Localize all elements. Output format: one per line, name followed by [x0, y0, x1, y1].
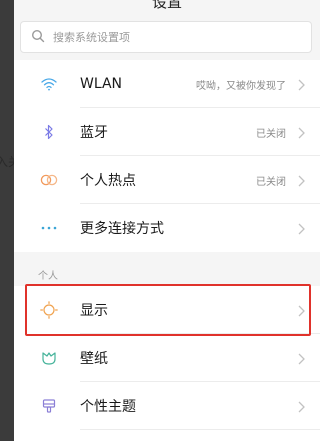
- wallpaper-icon: [40, 349, 58, 367]
- settings-row-label: 蓝牙: [80, 125, 108, 141]
- settings-row-label: 壁纸: [80, 351, 108, 367]
- hotspot-icon: [40, 171, 58, 189]
- settings-row-wlan[interactable]: WLAN 哎呦，又被你发现了: [14, 60, 320, 108]
- chevron-right-icon: [296, 351, 306, 365]
- more-connections-icon: [40, 219, 58, 237]
- chevron-right-icon: [296, 77, 306, 91]
- settings-row-partial: [14, 430, 320, 441]
- chevron-right-icon: [296, 173, 306, 187]
- page-title: 设置: [151, 0, 182, 11]
- settings-row-hotspot[interactable]: 个人热点 已关闭: [14, 156, 320, 204]
- theme-icon: [40, 397, 58, 415]
- brightness-icon: [40, 301, 58, 319]
- personal-group: 显示 壁纸 个性主题: [14, 286, 320, 441]
- settings-row-display[interactable]: 显示: [14, 286, 320, 334]
- settings-row-label: WLAN: [80, 76, 123, 92]
- settings-row-label: 个性主题: [80, 399, 136, 415]
- search-placeholder: 搜索系统设置项: [53, 31, 130, 44]
- wifi-icon: [40, 75, 58, 93]
- chevron-right-icon: [296, 399, 306, 413]
- settings-row-status: 已关闭: [256, 176, 286, 188]
- settings-row-label: 个人热点: [80, 173, 136, 189]
- settings-row-label: 显示: [80, 303, 108, 319]
- settings-row-label: 更多连接方式: [80, 221, 164, 237]
- settings-row-status: 已关闭: [256, 128, 286, 140]
- section-label-personal: 个人: [38, 271, 58, 282]
- settings-row-status: 哎呦，又被你发现了: [196, 80, 286, 92]
- search-input[interactable]: 搜索系统设置项: [20, 21, 312, 53]
- settings-row-theme[interactable]: 个性主题: [14, 382, 320, 430]
- chevron-right-icon: [296, 303, 306, 317]
- bluetooth-icon: [40, 123, 58, 141]
- settings-row-wallpaper[interactable]: 壁纸: [14, 334, 320, 382]
- settings-row-bluetooth[interactable]: 蓝牙 已关闭: [14, 108, 320, 156]
- settings-panel: 设置 搜索系统设置项 WLAN 哎呦，又被你发现了 蓝牙 已关闭 个人热点 已关…: [14, 0, 320, 441]
- chevron-right-icon: [296, 125, 306, 139]
- network-group: WLAN 哎呦，又被你发现了 蓝牙 已关闭 个人热点 已关闭 更多连接方式: [14, 60, 320, 252]
- search-icon: [31, 28, 45, 47]
- screen: 入关 设置 搜索系统设置项 WLAN 哎呦，又被你发: [0, 0, 320, 441]
- chevron-right-icon: [296, 221, 306, 235]
- settings-row-more-connections[interactable]: 更多连接方式: [14, 204, 320, 252]
